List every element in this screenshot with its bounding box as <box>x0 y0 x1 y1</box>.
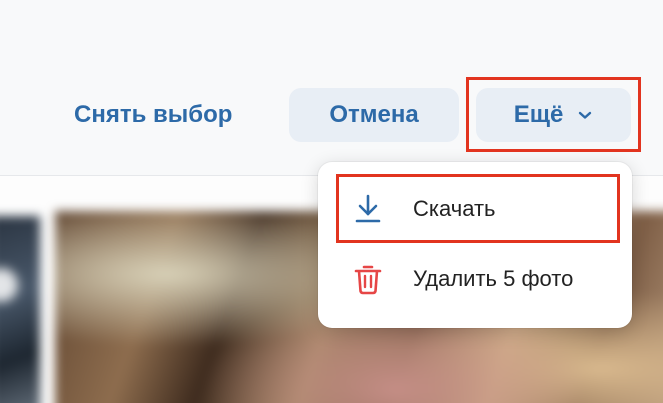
download-label: Скачать <box>413 196 496 221</box>
chevron-down-icon <box>579 111 592 119</box>
more-button[interactable]: Ещё <box>476 88 631 142</box>
deselect-button[interactable]: Снять выбор <box>60 88 246 142</box>
selected-check-icon <box>0 268 18 302</box>
photo-selection-screen: Снять выбор Отмена Ещё Скачать Удалить 5… <box>0 0 663 403</box>
selection-toolbar: Снять выбор Отмена Ещё <box>0 0 663 175</box>
delete-menu-item[interactable]: Удалить 5 фото <box>330 248 622 310</box>
download-menu-item[interactable]: Скачать <box>330 178 622 240</box>
cancel-button[interactable]: Отмена <box>289 88 459 142</box>
more-button-label: Ещё <box>513 101 564 128</box>
more-dropdown-menu: Скачать Удалить 5 фото <box>318 162 632 328</box>
download-icon <box>350 191 386 227</box>
delete-label: Удалить 5 фото <box>413 266 574 291</box>
photo-thumbnail[interactable] <box>0 216 40 403</box>
trash-icon <box>350 261 386 297</box>
